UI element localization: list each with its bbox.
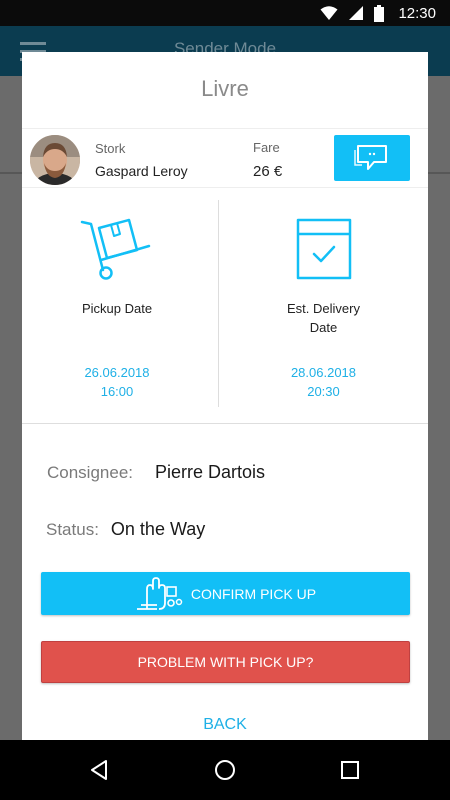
status-row: Status: On the Way [46, 519, 205, 540]
courier-row: Stork Gaspard Leroy Fare 26 € [22, 128, 428, 188]
pickup-date-value: 26.06.2018 16:00 [22, 363, 212, 401]
status-time: 12:30 [398, 4, 436, 22]
pickup-date-label: Pickup Date [81, 301, 153, 316]
status-label: Status: [46, 520, 99, 539]
fare-value: 26 € [253, 163, 283, 180]
navigation-bar [0, 740, 450, 800]
consignee-label: Consignee: [47, 463, 134, 482]
chat-button[interactable] [334, 135, 410, 181]
home-circle-icon[interactable] [213, 758, 237, 782]
wifi-icon [320, 6, 338, 20]
courier-name: Gaspard Leroy [95, 163, 188, 179]
confirm-pickup-label: CONFIRM PICK UP [190, 585, 317, 602]
consignee-row: Consignee: Pierre Dartois [46, 462, 265, 483]
delivery-time: 20:30 [307, 384, 340, 399]
hand-truck-icon [80, 218, 151, 280]
delivery-date-column: Est. Delivery Date 28.06.2018 20:30 [219, 188, 428, 424]
confirm-pickup-button[interactable]: CONFIRM PICK UP [41, 572, 410, 615]
status-value: On the Way [110, 519, 206, 539]
delivery-label-line1: Est. Delivery [287, 301, 360, 316]
hand-package-icon [136, 576, 183, 610]
consignee-value: Pierre Dartois [155, 462, 266, 482]
delivery-date: 28.06.2018 [290, 365, 357, 380]
pickup-time: 16:00 [100, 384, 134, 399]
chat-icon [354, 145, 387, 170]
battery-icon [374, 4, 385, 22]
status-icons: 12:30 [320, 4, 436, 22]
courier-role: Stork [95, 141, 126, 156]
recents-square-icon[interactable] [338, 758, 362, 782]
pickup-dialog: Livre Stork Gaspard Leroy Fare 26 € Pick… [22, 52, 428, 740]
avatar [30, 135, 80, 185]
delivery-date-value: 28.06.2018 20:30 [219, 363, 428, 401]
delivery-label-line2: Date [309, 320, 338, 335]
back-link[interactable]: BACK [22, 716, 428, 734]
package-check-icon [296, 218, 351, 280]
problem-pickup-button[interactable]: PROBLEM WITH PICK UP? [41, 641, 410, 683]
signal-icon [349, 6, 364, 20]
back-triangle-icon[interactable] [87, 758, 111, 782]
dialog-title: Livre [201, 76, 249, 101]
fare-label: Fare [253, 140, 280, 155]
pickup-date-column: Pickup Date 26.06.2018 16:00 [22, 188, 212, 424]
pickup-date: 26.06.2018 [84, 365, 150, 380]
status-bar: 12:30 [0, 0, 450, 26]
delivery-date-label: Est. Delivery Date [219, 299, 428, 337]
problem-pickup-label: PROBLEM WITH PICK UP? [137, 654, 314, 670]
dates-section: Pickup Date 26.06.2018 16:00 Est. Delive… [22, 188, 428, 424]
